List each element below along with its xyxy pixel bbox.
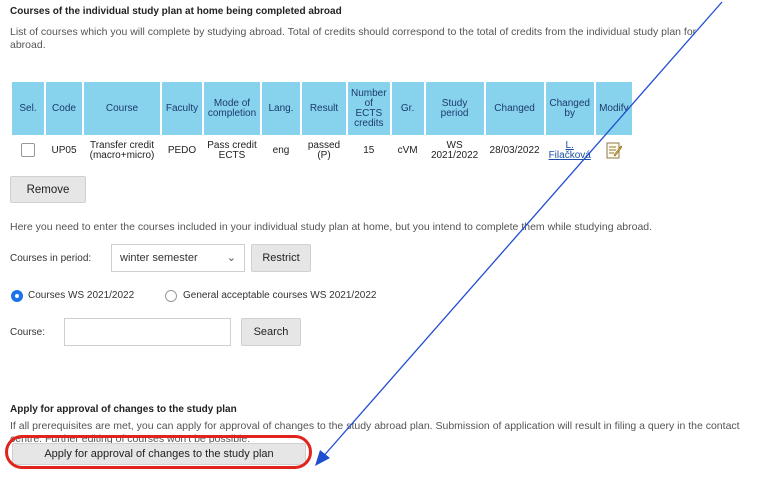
pointer-arrow bbox=[315, 1, 723, 466]
